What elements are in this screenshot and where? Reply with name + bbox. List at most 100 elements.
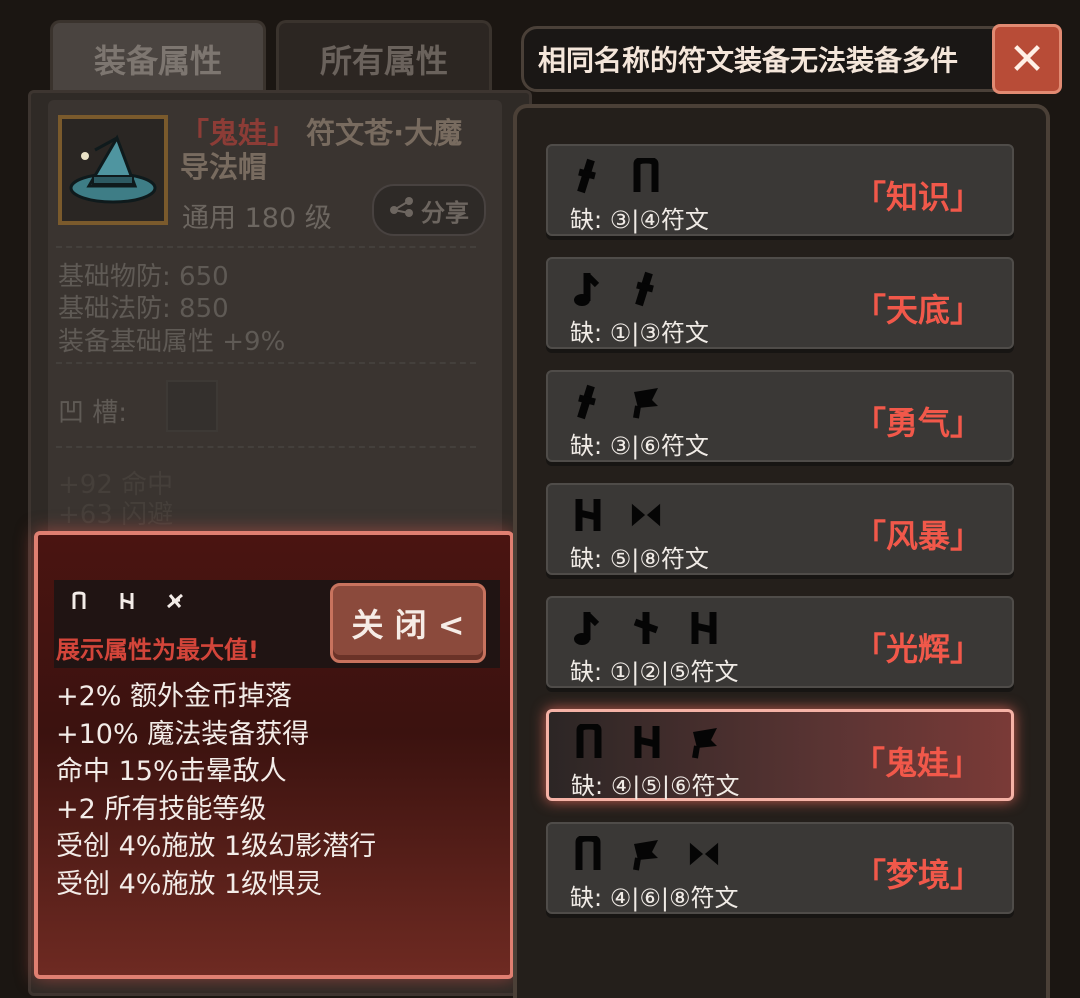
missing-rune-number: ① [609, 658, 632, 686]
tooltip-rune-icons [70, 590, 184, 612]
close-tooltip-button[interactable]: 关 闭 < [330, 583, 486, 663]
missing-rune-number: ⑤ [640, 772, 662, 800]
tooltip-attribute: 受创 4%施放 1级幻影潜行 [56, 831, 377, 862]
rune-note-icon [572, 271, 604, 307]
missing-runes: 缺: ④|⑥|⑧符文 [570, 878, 738, 913]
rune-cross-icon [630, 610, 662, 646]
wizard-hat-icon[interactable] [58, 115, 168, 225]
rune-h-icon [118, 590, 136, 612]
rune-flag-icon [630, 384, 662, 420]
rune-slash-icon [572, 158, 604, 194]
missing-rune-number: ① [609, 319, 632, 347]
share-button[interactable]: 分享 [372, 184, 486, 236]
rune-flag-icon [630, 836, 662, 872]
separator: | [660, 884, 669, 912]
notice-banner: 相同名称的符文装备无法装备多件 [521, 26, 1061, 92]
rune-slash-icon [572, 384, 604, 420]
tooltip-attribute: +10% 魔法装备获得 [56, 718, 310, 750]
missing-rune-number: ② [639, 658, 661, 686]
rune-word-entry[interactable]: 缺: ①|③符文 「天底」 [546, 257, 1014, 349]
rune-slash-icon [630, 271, 662, 307]
rune-word-name: 「天底」 [853, 291, 982, 329]
rune-flag-icon [689, 724, 721, 760]
missing-runes: 缺: ⑤|⑧符文 [570, 539, 709, 574]
missing-rune-number: ③ [639, 319, 661, 347]
tooltip-attribute: 命中 15%击晕敌人 [56, 756, 287, 787]
rune-word-entry[interactable]: 缺: ④|⑥|⑧符文 「梦境」 [546, 822, 1014, 914]
item-name: 「鬼娃」 符文苍·大魔导法帽 [180, 116, 480, 184]
item-level: 通用 180 级 [182, 203, 332, 234]
rune-star-icon [166, 590, 184, 612]
tooltip-note: 展示属性为最大值! [56, 636, 259, 664]
tooltip-attribute: +2 所有技能等级 [56, 793, 267, 825]
missing-runes: 缺: ③|④符文 [570, 200, 709, 235]
missing-rune-number: ⑤ [609, 545, 632, 573]
close-icon[interactable]: ✕ [992, 24, 1062, 94]
missing-prefix: 缺: [571, 772, 611, 800]
separator: | [661, 772, 670, 800]
socket-slot[interactable] [166, 380, 218, 432]
missing-rune-number: ⑧ [668, 884, 691, 912]
rune-word-name: 「风暴」 [853, 517, 982, 555]
rune-glyph-row [572, 158, 662, 194]
missing-prefix: 缺: [570, 206, 610, 234]
stat-magic-def: 基础法防: 850 [58, 294, 229, 324]
missing-prefix: 缺: [570, 658, 610, 686]
rune-word-entry[interactable]: 缺: ⑤|⑧符文 「风暴」 [546, 483, 1014, 575]
share-icon [389, 196, 415, 224]
missing-rune-number: ⑥ [669, 772, 692, 800]
socket-label: 凹 槽: [58, 398, 128, 428]
rune-note-icon [572, 610, 604, 646]
rune-word-entry[interactable]: 缺: ③|④符文 「知识」 [546, 144, 1014, 236]
rune-word-entry[interactable]: 缺: ③|⑥符文 「勇气」 [546, 370, 1014, 462]
rune-word-entry[interactable]: 缺: ①|②|⑤符文 「光辉」 [546, 596, 1014, 688]
missing-rune-number: ④ [609, 884, 632, 912]
rune-word-name: 「勇气」 [853, 404, 982, 442]
missing-suffix: 符文 [660, 206, 709, 234]
missing-suffix: 符文 [660, 319, 709, 347]
divider [56, 446, 476, 448]
missing-rune-number: ⑧ [639, 545, 661, 573]
tab-equipment-attributes[interactable]: 装备属性 [50, 20, 266, 95]
divider [56, 362, 476, 364]
rune-n-icon [572, 836, 604, 872]
rune-glyph-row [572, 497, 662, 533]
missing-suffix: 符文 [690, 884, 739, 912]
missing-suffix: 符文 [691, 772, 740, 800]
missing-prefix: 缺: [570, 319, 610, 347]
missing-rune-number: ⑤ [668, 658, 691, 686]
tooltip-attribute: +2% 额外金币掉落 [56, 681, 293, 712]
rune-glyph-row [573, 724, 721, 760]
rune-glyph-row [572, 271, 662, 307]
rune-word-entry[interactable]: 缺: ④|⑤|⑥符文 「鬼娃」 [546, 709, 1014, 801]
tab-all-attributes[interactable]: 所有属性 [276, 20, 492, 95]
missing-prefix: 缺: [570, 884, 610, 912]
missing-runes: 缺: ①|②|⑤符文 [570, 652, 738, 687]
missing-runes: 缺: ①|③符文 [570, 313, 709, 348]
rune-h-icon [688, 610, 720, 646]
missing-runes: 缺: ③|⑥符文 [570, 426, 709, 461]
rune-word-name: 「鬼娃」 [852, 744, 981, 782]
stat-base-bonus: 装备基础属性 +9% [58, 327, 286, 357]
rune-n-icon [630, 158, 662, 194]
rune-glyph-row [572, 384, 662, 420]
missing-rune-number: ④ [639, 206, 661, 234]
separator: | [660, 658, 669, 686]
missing-rune-number: ③ [609, 432, 632, 460]
missing-rune-number: ⑥ [639, 884, 661, 912]
rune-word-name: 「光辉」 [853, 630, 982, 668]
rune-glyph-row [572, 610, 720, 646]
stat-evasion: +63 闪避 [58, 500, 174, 530]
tooltip-attribute: 受创 4%施放 1级惧灵 [56, 868, 323, 900]
rune-h-icon [631, 724, 663, 760]
missing-suffix: 符文 [660, 545, 709, 573]
rune-word-name: 「梦境」 [853, 856, 982, 894]
rune-word-name: 「知识」 [853, 178, 982, 216]
share-label: 分享 [421, 198, 469, 227]
missing-runes: 缺: ④|⑤|⑥符文 [571, 766, 739, 801]
rune-h-icon [572, 497, 604, 533]
rune-n-icon [70, 590, 88, 612]
rune-n-icon [573, 724, 605, 760]
missing-rune-number: ⑥ [639, 432, 661, 460]
rune-bowtie-icon [630, 497, 662, 533]
